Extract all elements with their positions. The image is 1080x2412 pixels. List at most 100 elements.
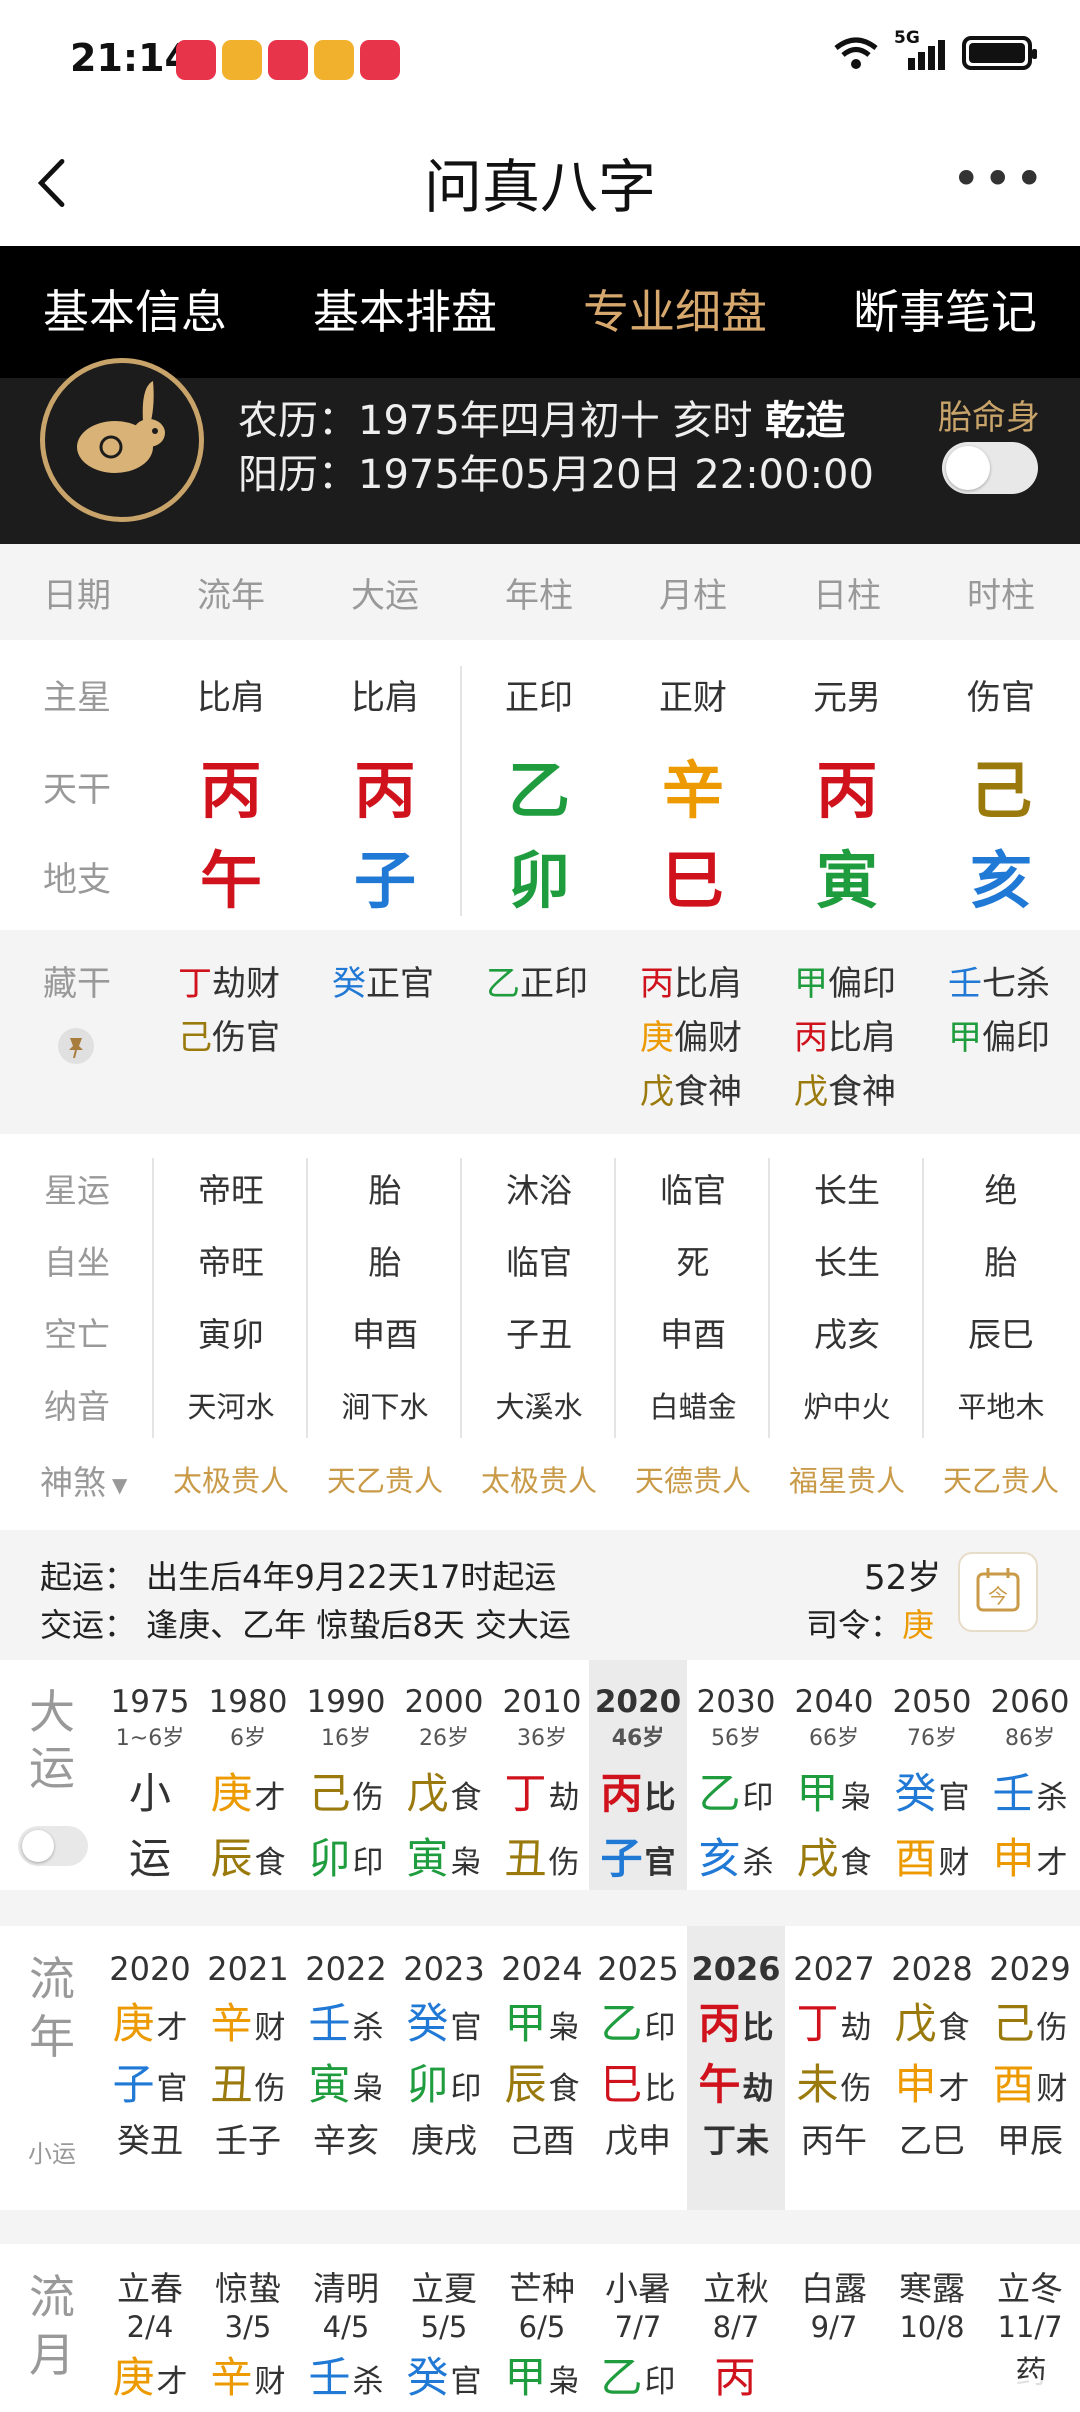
liunian-column[interactable]: 2020 庚才 子官 癸丑 xyxy=(101,1950,199,2162)
divider xyxy=(0,1890,1080,1926)
shensha-item[interactable]: 福星贵人 xyxy=(770,1458,924,1500)
column-header-row: 日期 流年 大运 年柱 月柱 日柱 时柱 xyxy=(0,544,1080,640)
shensha-item[interactable]: 太极贵人 xyxy=(462,1458,616,1500)
kongwang-cell: 申酉 xyxy=(660,1315,726,1354)
liunian-column[interactable]: 2021 辛财 丑伤 壬子 xyxy=(199,1950,297,2162)
column-header: 流年 xyxy=(197,576,265,616)
nayin-cell: 白蜡金 xyxy=(649,1390,737,1424)
liunian-column[interactable]: 2029 己伤 酉财 甲辰 xyxy=(981,1950,1079,2162)
svg-text:今: 今 xyxy=(988,1584,1008,1608)
kongwang-cell: 申酉 xyxy=(352,1315,418,1354)
liuyue-column[interactable]: 小暑 7/7 乙印 xyxy=(589,2262,687,2405)
xingyun-cell: 绝 xyxy=(984,1171,1018,1210)
notification-icons xyxy=(176,40,400,80)
heavenly-stem: 己 xyxy=(969,754,1032,827)
liuyue-column[interactable]: 立秋 8/7 丙 xyxy=(687,2262,785,2405)
liunian-column[interactable]: 2023 癸官 卯印 庚戌 xyxy=(395,1950,493,2162)
stars-section: 星运 自坐 空亡 纳音 帝旺 胎 沐浴 临官 长生 绝 帝旺 胎 临官 死 长生… xyxy=(0,1134,1080,1530)
tab-basic-chart[interactable]: 基本排盘 xyxy=(270,246,540,378)
zizuo-cell: 帝旺 xyxy=(198,1243,264,1282)
taiming-label: 胎命身 xyxy=(938,398,1040,438)
column-header: 日柱 xyxy=(813,576,881,616)
column-header: 日期 xyxy=(43,576,111,616)
app-notification-icon xyxy=(360,40,400,80)
zizuo-cell: 胎 xyxy=(984,1243,1018,1282)
liunian-column[interactable]: 2024 甲枭 辰食 己酉 xyxy=(493,1950,591,2162)
dayun-column[interactable]: 1980 6岁 庚才 辰食 xyxy=(199,1684,297,1886)
liunian-section: 流年 小运 2020 庚才 子官 癸丑 2021 辛财 丑伤 壬子 2022 壬… xyxy=(0,1926,1080,2210)
dayun-column[interactable]: 1990 16岁 己伤 卯印 xyxy=(297,1684,395,1886)
xingyun-cell: 临官 xyxy=(660,1171,726,1210)
qiyun-panel: 起运： 出生后4年9月22天17时起运 交运： 逢庚、乙年 惊蛰后8天 交大运 … xyxy=(0,1530,1080,1660)
liuyue-column[interactable]: 惊蛰 3/5 辛财 xyxy=(199,2262,297,2405)
liuyue-column[interactable]: 立春 2/4 庚才 xyxy=(101,2262,199,2405)
weibo-notification-icon xyxy=(222,40,262,80)
hidden-stem-item: 丙比肩 xyxy=(640,964,742,1004)
taiming-toggle[interactable] xyxy=(942,442,1038,494)
liuyue-column[interactable]: 白露 9/7 xyxy=(785,2262,883,2393)
liunian-column-current[interactable]: 2026 丙比 午劫 丁未 xyxy=(687,1950,785,2162)
liuyue-column[interactable]: 立冬 11/7 药 xyxy=(981,2262,1079,2393)
main-star: 比肩 xyxy=(197,678,265,718)
kongwang-cell: 辰巳 xyxy=(968,1315,1034,1354)
current-age: 52岁 xyxy=(864,1558,942,1598)
liuyue-column[interactable]: 立夏 5/5 癸官 xyxy=(395,2262,493,2405)
divider xyxy=(0,2210,1080,2244)
earthly-branch: 寅 xyxy=(815,844,878,917)
shensha-item[interactable]: 天乙贵人 xyxy=(308,1458,462,1500)
liuyue-column[interactable]: 清明 4/5 壬杀 xyxy=(297,2262,395,2405)
xingyun-cell: 沐浴 xyxy=(506,1171,572,1210)
tab-bar: 基本信息 基本排盘 专业细盘 断事笔记 xyxy=(0,246,1080,378)
siling: 司令：庚 xyxy=(806,1606,935,1644)
pillars-section: 主星 天干 地支 比肩 比肩 正印 正财 元男 伤官 丙 丙 乙 辛 丙 己 午… xyxy=(0,640,1080,930)
dayun-column-current[interactable]: 2020 46岁 丙比 子官 xyxy=(589,1684,687,1886)
shensha-item[interactable]: 太极贵人 xyxy=(154,1458,308,1500)
dayun-toggle[interactable] xyxy=(18,1826,88,1866)
row-label-canggan: 藏干 xyxy=(43,964,111,1004)
liunian-column[interactable]: 2022 壬杀 寅枭 辛亥 xyxy=(297,1950,395,2162)
zizuo-cell: 临官 xyxy=(506,1243,572,1282)
rabbit-zodiac-icon xyxy=(40,358,204,522)
liunian-column[interactable]: 2025 乙印 巳比 戊申 xyxy=(589,1950,687,2162)
nayin-cell: 涧下水 xyxy=(341,1390,429,1424)
birth-info-panel: 农历：1975年四月初十 亥时 乾造 阳历：1975年05月20日 22:00:… xyxy=(0,358,1080,544)
liuyue-column[interactable]: 芒种 6/5 甲枭 xyxy=(493,2262,591,2405)
hidden-stem-item: 癸正官 xyxy=(332,964,434,1004)
more-menu-icon[interactable]: ••• xyxy=(952,150,1046,208)
liunian-column[interactable]: 2028 戊食 申才 乙巳 xyxy=(883,1950,981,2162)
network-type: 5G xyxy=(894,28,920,48)
heavenly-stem: 丙 xyxy=(199,754,262,827)
cell-signal-icon: 5G xyxy=(894,28,948,70)
tab-notes[interactable]: 断事笔记 xyxy=(810,246,1080,378)
shensha-item[interactable]: 天乙贵人 xyxy=(924,1458,1078,1500)
dayun-column[interactable]: 2000 26岁 戊食 寅枭 xyxy=(395,1684,493,1886)
dayun-column[interactable]: 2040 66岁 甲枭 戌食 xyxy=(785,1684,883,1886)
dayun-column[interactable]: 2030 56岁 乙印 亥杀 xyxy=(687,1684,785,1886)
hidden-stem-item: 戊食神 xyxy=(640,1072,742,1112)
weibo-notification-icon xyxy=(314,40,354,80)
liunian-column[interactable]: 2027 丁劫 未伤 丙午 xyxy=(785,1950,883,2162)
battery-icon xyxy=(962,36,1037,70)
dayun-column[interactable]: 2050 76岁 癸官 酉财 xyxy=(883,1684,981,1886)
liuyue-column[interactable]: 寒露 10/8 xyxy=(883,2262,981,2393)
calendar-today-icon[interactable]: 今 xyxy=(958,1552,1038,1632)
zizuo-cell: 长生 xyxy=(814,1243,880,1282)
dayun-column[interactable]: 2010 36岁 丁劫 丑伤 xyxy=(493,1684,591,1886)
shensha-dropdown[interactable]: 神煞 ▼ xyxy=(40,1456,127,1504)
row-label-zhuxing: 主星 xyxy=(43,678,111,718)
kongwang-cell: 子丑 xyxy=(506,1315,572,1354)
hidden-stem-item: 己伤官 xyxy=(178,1018,280,1058)
heavenly-stem: 丙 xyxy=(353,754,416,827)
column-header: 大运 xyxy=(351,576,419,616)
main-star: 比肩 xyxy=(351,678,419,718)
column-header: 月柱 xyxy=(659,576,727,616)
status-bar: 21:14 5G xyxy=(0,0,1080,120)
row-label-nayin: 纳音 xyxy=(44,1387,110,1426)
hidden-stem-item: 丙比肩 xyxy=(794,1018,896,1058)
shensha-item[interactable]: 天德贵人 xyxy=(616,1458,770,1500)
dayun-column[interactable]: 1975 1~6岁 小 运 xyxy=(101,1684,199,1886)
pin-icon[interactable] xyxy=(58,1028,94,1064)
dayun-column[interactable]: 2060 86岁 壬杀 申才 xyxy=(981,1684,1079,1886)
tab-professional-chart[interactable]: 专业细盘 xyxy=(540,246,810,378)
row-label-xingyun: 星运 xyxy=(44,1171,110,1210)
